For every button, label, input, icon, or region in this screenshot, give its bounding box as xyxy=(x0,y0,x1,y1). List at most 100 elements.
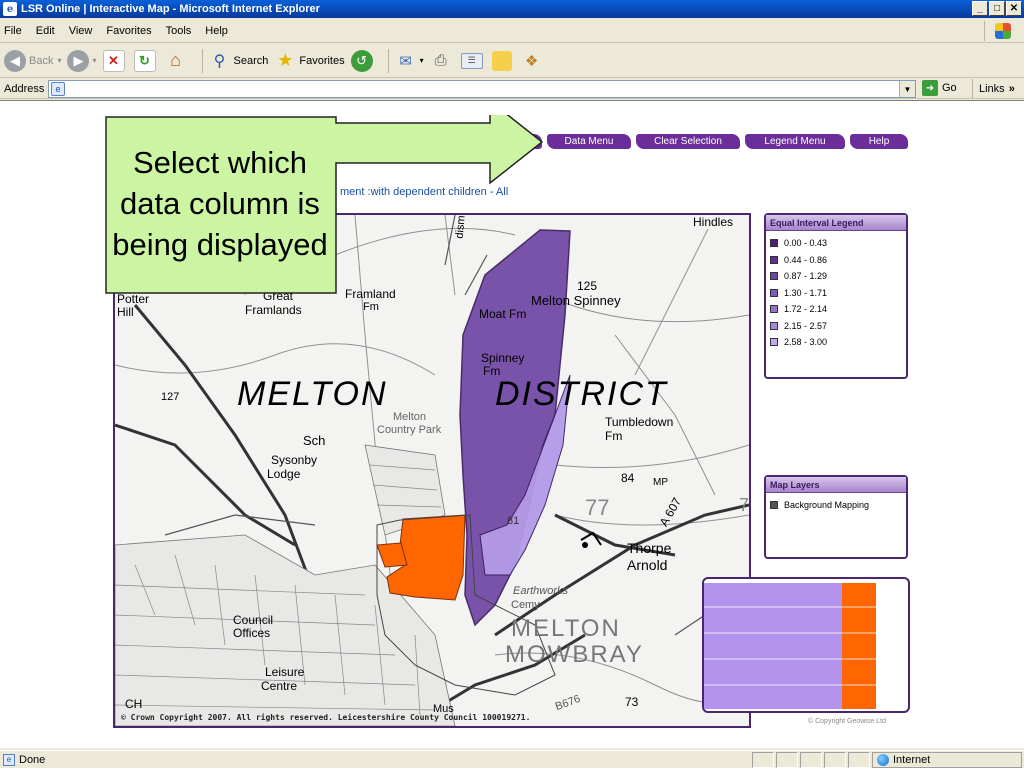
map-label-hindles: Hindles xyxy=(693,215,734,229)
note-icon xyxy=(491,50,512,71)
history-button[interactable]: ↺ xyxy=(350,49,376,72)
legend-menu-button[interactable]: Legend Menu xyxy=(745,134,845,149)
legend-item-label: 0.00 - 0.43 xyxy=(784,238,828,249)
refresh-button[interactable]: ↻ xyxy=(133,49,159,72)
map-nav-buttons: Data Menu Clear Selection Legend Menu He… xyxy=(518,134,908,149)
map-label-hill: Hill xyxy=(117,305,134,319)
window-controls: _ □ ✕ xyxy=(972,1,1022,16)
menu-favorites[interactable]: Favorites xyxy=(106,25,151,37)
legend-item[interactable]: 2.15 - 2.57 xyxy=(766,318,906,335)
mail-dropdown-icon: ▾ xyxy=(419,56,424,65)
go-button[interactable]: ➜ Go xyxy=(922,80,957,96)
map-label-84: 84 xyxy=(621,471,635,485)
edit-button[interactable]: ☰ xyxy=(460,52,486,69)
status-cell xyxy=(848,752,870,768)
search-icon: ⚲ xyxy=(213,52,226,70)
legend-item-label: 0.44 - 0.86 xyxy=(784,254,828,265)
home-button[interactable]: ⌂ xyxy=(165,50,190,72)
links-chevron-icon: » xyxy=(1008,83,1015,95)
browser-toolbar: ◀ Back ▾ ▶ ▾ ✕ ↻ ⌂ ⚲ Search ★ Favorites … xyxy=(0,44,1024,78)
back-arrow-icon: ◀ xyxy=(4,49,26,72)
window-title: LSR Online | Interactive Map - Microsoft… xyxy=(21,3,320,15)
favorites-button[interactable]: ★ Favorites xyxy=(274,50,344,72)
layer-item-background[interactable]: Background Mapping xyxy=(766,497,906,514)
status-cells xyxy=(752,752,872,768)
forward-button[interactable]: ▶ ▾ xyxy=(67,49,97,72)
map-label-centre: Centre xyxy=(261,679,298,693)
legend-item[interactable]: 0.87 - 1.29 xyxy=(766,268,906,285)
stop-button[interactable]: ✕ xyxy=(102,49,128,72)
map-label-tumbledown: Tumbledown xyxy=(605,415,674,429)
status-bar: e Done Internet xyxy=(0,750,1024,768)
print-button[interactable]: ⎙ xyxy=(430,50,455,72)
chart-panel xyxy=(702,577,910,713)
map-label-tumbledown-fm: Fm xyxy=(605,429,623,443)
back-button[interactable]: ◀ Back ▾ xyxy=(4,49,62,72)
map-label-81: 81 xyxy=(507,515,520,527)
callout-text: Select which data column is being displa… xyxy=(112,144,328,262)
legend-item[interactable]: 2.58 - 3.00 xyxy=(766,334,906,351)
page-status-icon: e xyxy=(3,753,15,766)
status-cell xyxy=(824,752,846,768)
forward-arrow-icon: ▶ xyxy=(67,49,90,72)
window-title-bar: e LSR Online | Interactive Map - Microso… xyxy=(0,0,1024,18)
maximize-button[interactable]: □ xyxy=(989,1,1005,16)
printer-icon: ⎙ xyxy=(434,52,447,69)
legend-item[interactable]: 0.00 - 0.43 xyxy=(766,235,906,252)
map-copyright: © Crown Copyright 2007. All rights reser… xyxy=(121,713,531,722)
map-label-melton-spinney: Melton Spinney xyxy=(531,293,621,308)
clear-selection-button[interactable]: Clear Selection xyxy=(636,134,740,149)
layer-item-label: Background Mapping xyxy=(784,500,870,511)
menu-tools[interactable]: Tools xyxy=(166,25,192,37)
legend-swatch xyxy=(770,239,778,248)
search-button[interactable]: ⚲ Search xyxy=(209,50,269,72)
legend-item[interactable]: 0.44 - 0.86 xyxy=(766,252,906,269)
legend-item[interactable]: 1.72 - 2.14 xyxy=(766,301,906,318)
data-menu-button[interactable]: Data Menu xyxy=(547,134,631,149)
toolbar-separator xyxy=(387,48,389,73)
toolbar-separator xyxy=(201,48,203,73)
mail-icon: ✉ xyxy=(399,52,412,70)
legend-item-label: 1.72 - 2.14 xyxy=(784,304,828,315)
help-button[interactable]: Help xyxy=(850,134,908,149)
discuss-button[interactable] xyxy=(491,50,515,71)
map-label-council: Council xyxy=(233,613,274,627)
menu-help[interactable]: Help xyxy=(205,25,228,37)
refresh-icon: ↻ xyxy=(133,49,156,72)
legend-swatch xyxy=(770,288,778,297)
menu-view[interactable]: View xyxy=(69,25,93,37)
minimize-button[interactable]: _ xyxy=(972,1,988,16)
map-label-arnold: Arnold xyxy=(627,557,668,573)
layer-swatch xyxy=(770,501,778,510)
research-button[interactable]: ❖ xyxy=(521,50,546,72)
menu-edit[interactable]: Edit xyxy=(36,25,55,37)
map-label-73: 73 xyxy=(625,695,639,709)
map-layers-panel: Map Layers Background Mapping xyxy=(764,475,908,559)
map-label-mowbray: MOWBRAY xyxy=(505,641,644,668)
security-zone: Internet xyxy=(872,752,1022,768)
chart-copyright: © Copyright Geowise Ltd xyxy=(808,718,886,725)
map-label-7: 7 xyxy=(739,495,750,515)
go-label: Go xyxy=(942,82,957,94)
legend-item[interactable]: 1.30 - 1.71 xyxy=(766,285,906,302)
back-dropdown-icon: ▾ xyxy=(57,56,62,65)
legend-item-label: 2.15 - 2.57 xyxy=(784,320,828,331)
close-button[interactable]: ✕ xyxy=(1006,1,1022,16)
map-label-moat-fm: Moat Fm xyxy=(479,307,527,321)
edit-page-icon: ☰ xyxy=(460,52,483,69)
favorites-label: Favorites xyxy=(299,54,345,67)
legend-swatch xyxy=(770,338,778,347)
map-label-sysonby-lodge: Lodge xyxy=(267,467,301,481)
menu-file[interactable]: File xyxy=(4,25,22,37)
menu-bar: File Edit View Favorites Tools Help xyxy=(0,19,1024,43)
page-icon: e xyxy=(51,82,65,96)
map-label-melton-cp: Melton xyxy=(393,411,427,423)
address-input[interactable]: e ▼ xyxy=(48,80,916,98)
map-label-ch: CH xyxy=(125,697,143,711)
ie-icon: e xyxy=(3,2,17,16)
map-label-district: DISTRICT xyxy=(495,375,668,413)
mail-button[interactable]: ✉ ▾ xyxy=(395,50,424,72)
globe-icon xyxy=(877,754,889,766)
address-dropdown-icon[interactable]: ▼ xyxy=(899,81,915,97)
links-button[interactable]: Links » xyxy=(972,79,1015,99)
